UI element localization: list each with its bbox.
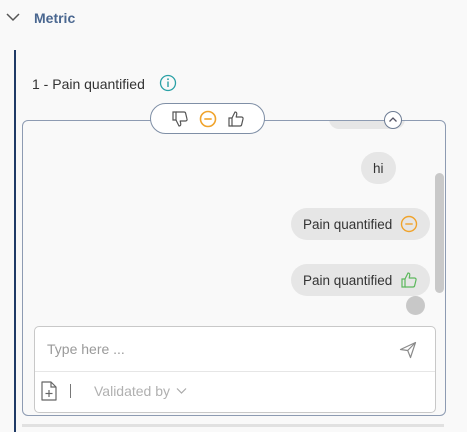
thumbs-up-icon — [401, 272, 417, 288]
message-bubble: Pain quantified — [291, 264, 431, 296]
feedback-toolbar — [150, 103, 265, 134]
neutral-icon — [401, 215, 418, 233]
message-bubble: hi — [361, 152, 396, 184]
send-icon[interactable] — [399, 341, 417, 359]
metric-label: 1 - Pain quantified — [32, 76, 145, 92]
chevron-up-icon — [389, 117, 397, 122]
section-title: Metric — [34, 10, 76, 26]
message-text: Pain quantified — [303, 216, 393, 232]
validated-by-dropdown[interactable]: Validated by — [94, 383, 187, 399]
message-bubble: Pain quantified — [291, 208, 431, 240]
typing-indicator — [406, 296, 425, 315]
neutral-icon[interactable] — [199, 110, 217, 128]
collapse-chat-button[interactable] — [384, 111, 402, 129]
toolbar-separator — [70, 384, 71, 398]
bottom-divider — [22, 424, 444, 427]
message-text: hi — [373, 160, 384, 176]
chat-panel: hi Pain quantified Pain quantified Type … — [22, 120, 446, 416]
info-icon[interactable] — [159, 74, 177, 92]
add-file-icon[interactable] — [41, 381, 57, 401]
chat-scrollbar[interactable] — [435, 173, 444, 293]
input-divider — [35, 371, 435, 372]
thumbs-up-icon[interactable] — [227, 110, 245, 128]
chevron-down-icon[interactable] — [6, 12, 20, 22]
message-text: Pain quantified — [303, 272, 393, 288]
thumbs-down-icon[interactable] — [171, 110, 189, 128]
chevron-down-icon — [176, 388, 187, 394]
message-input-box[interactable]: Type here ... Validated by — [34, 326, 436, 413]
validated-by-label: Validated by — [94, 383, 171, 399]
metric-section-header[interactable]: Metric — [0, 0, 467, 36]
message-input[interactable]: Type here ... — [47, 341, 125, 357]
section-accent-line — [14, 50, 16, 432]
